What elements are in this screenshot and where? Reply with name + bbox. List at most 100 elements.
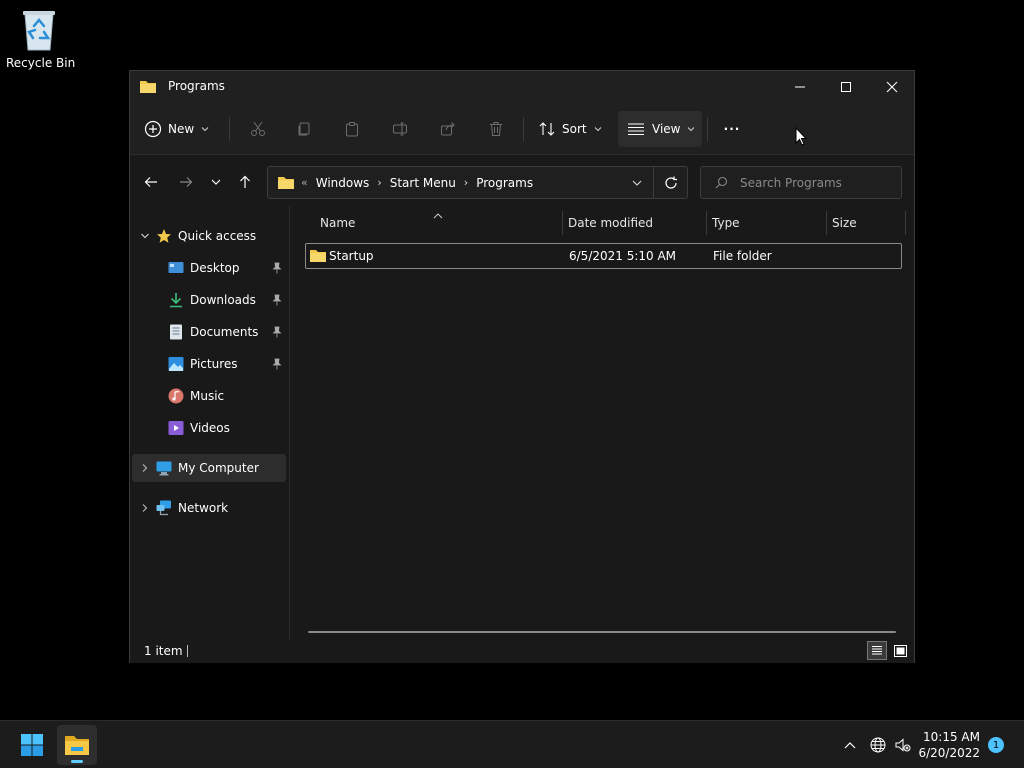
- paste-button[interactable]: [338, 111, 366, 147]
- back-button[interactable]: [139, 170, 163, 194]
- column-header-label: Type: [712, 216, 740, 230]
- breadcrumb-programs[interactable]: Programs: [476, 176, 533, 190]
- sidebar-item-network[interactable]: Network: [132, 494, 286, 522]
- close-button[interactable]: [869, 71, 915, 103]
- sidebar-item-documents[interactable]: Documents: [132, 318, 286, 346]
- recycle-bin-label: Recycle Bin: [6, 56, 76, 70]
- breadcrumb-separator-icon[interactable]: ›: [464, 176, 468, 189]
- chevron-down-icon[interactable]: [134, 231, 156, 241]
- sidebar-item-pictures[interactable]: Pictures: [132, 350, 286, 378]
- sidebar-item-videos[interactable]: Videos: [132, 414, 286, 442]
- chevron-right-icon[interactable]: [134, 463, 156, 473]
- column-divider[interactable]: [826, 211, 827, 235]
- refresh-button[interactable]: [653, 167, 687, 198]
- view-button[interactable]: View: [618, 111, 702, 147]
- chevron-down-icon: [211, 179, 221, 185]
- title-bar[interactable]: Programs: [130, 71, 914, 103]
- copy-button[interactable]: [290, 111, 318, 147]
- windows-logo-icon: [21, 734, 43, 756]
- taskbar-clock[interactable]: 10:15 AM 6/20/2022: [918, 729, 980, 761]
- chevron-up-icon: [844, 742, 856, 749]
- refresh-icon: [664, 176, 677, 189]
- file-name: Startup: [329, 249, 374, 263]
- sidebar-item-label: Desktop: [190, 261, 240, 275]
- sidebar-item-label: Documents: [190, 325, 259, 339]
- notification-badge[interactable]: 1: [988, 737, 1004, 753]
- language-button[interactable]: [866, 725, 890, 765]
- search-box[interactable]: Search Programs: [700, 166, 902, 199]
- start-button[interactable]: [12, 725, 52, 765]
- trash-icon: [490, 122, 502, 136]
- rename-icon: [393, 122, 407, 136]
- rename-button[interactable]: [386, 111, 414, 147]
- sidebar-item-music[interactable]: Music: [132, 382, 286, 410]
- music-icon: [168, 388, 184, 404]
- breadcrumb-start-menu[interactable]: Start Menu: [390, 176, 456, 190]
- new-button[interactable]: New: [144, 111, 214, 147]
- sidebar-item-downloads[interactable]: Downloads: [132, 286, 286, 314]
- column-header-label: Size: [832, 216, 857, 230]
- breadcrumb-separator-icon[interactable]: ›: [377, 176, 381, 189]
- column-header-label: Date modified: [568, 216, 654, 230]
- sidebar-item-quick-access[interactable]: Quick access: [132, 222, 286, 250]
- maximize-icon: [841, 82, 851, 92]
- horizontal-scrollbar[interactable]: [308, 631, 896, 633]
- column-header-size[interactable]: Size: [832, 211, 904, 235]
- column-divider[interactable]: [905, 211, 906, 235]
- item-count: 1 item: [144, 644, 183, 658]
- volume-button[interactable]: [891, 725, 915, 765]
- more-options-button[interactable]: ···: [718, 111, 746, 147]
- delete-button[interactable]: [482, 111, 510, 147]
- chevron-right-icon[interactable]: [134, 503, 156, 513]
- show-hidden-icons-button[interactable]: [838, 725, 862, 765]
- sidebar-item-label: Downloads: [190, 293, 256, 307]
- forward-button[interactable]: [174, 170, 198, 194]
- column-header-type[interactable]: Type: [712, 211, 824, 235]
- minimize-button[interactable]: [777, 71, 823, 103]
- address-bar[interactable]: « Windows › Start Menu › Programs: [267, 166, 688, 199]
- breadcrumb-windows[interactable]: Windows: [316, 176, 370, 190]
- toolbar-divider: [229, 117, 230, 141]
- share-button[interactable]: [434, 111, 462, 147]
- pin-icon[interactable]: [272, 358, 282, 373]
- large-icons-view-button[interactable]: [890, 641, 910, 660]
- sort-button[interactable]: Sort: [534, 111, 604, 147]
- sort-button-label: Sort: [562, 122, 587, 136]
- column-divider[interactable]: [562, 211, 563, 235]
- address-history-button[interactable]: [631, 177, 643, 189]
- sidebar-item-my-computer[interactable]: My Computer: [132, 454, 286, 482]
- pin-icon[interactable]: [272, 262, 282, 277]
- details-view-button[interactable]: [867, 641, 887, 660]
- pin-icon[interactable]: [272, 294, 282, 309]
- video-icon: [168, 420, 184, 436]
- recycle-bin-icon: [20, 8, 58, 52]
- sidebar-item-label: Pictures: [190, 357, 238, 371]
- folder-icon: [309, 248, 327, 266]
- status-divider: [187, 645, 188, 657]
- column-divider[interactable]: [706, 211, 707, 235]
- status-bar: 1 item: [130, 641, 914, 663]
- navigation-pane: Quick access Desktop Downloads Documents: [130, 206, 288, 641]
- details-view-icon: [872, 646, 882, 655]
- maximize-button[interactable]: [823, 71, 869, 103]
- breadcrumb-overflow-button[interactable]: «: [301, 176, 308, 189]
- recycle-bin-shortcut[interactable]: Recycle Bin: [6, 8, 76, 70]
- desktop-icon: [168, 260, 184, 276]
- plus-circle-icon: [144, 120, 162, 138]
- star-icon: [156, 228, 172, 244]
- pin-icon[interactable]: [272, 326, 282, 341]
- toolbar-divider: [707, 117, 708, 141]
- table-row[interactable]: Startup 6/5/2021 5:10 AM File folder: [305, 243, 902, 269]
- sidebar-item-desktop[interactable]: Desktop: [132, 254, 286, 282]
- file-explorer-taskbar-button[interactable]: [57, 725, 97, 765]
- column-header-date-modified[interactable]: Date modified: [568, 211, 704, 235]
- up-button[interactable]: [233, 170, 257, 194]
- window-title: Programs: [168, 79, 225, 93]
- arrow-up-icon: [240, 175, 250, 188]
- search-placeholder: Search Programs: [740, 175, 842, 190]
- taskbar: 10:15 AM 6/20/2022 1: [0, 720, 1024, 768]
- clock-date: 6/20/2022: [918, 746, 980, 760]
- cut-button[interactable]: [244, 111, 272, 147]
- recent-locations-button[interactable]: [204, 170, 228, 194]
- tiles-view-icon: [893, 644, 907, 657]
